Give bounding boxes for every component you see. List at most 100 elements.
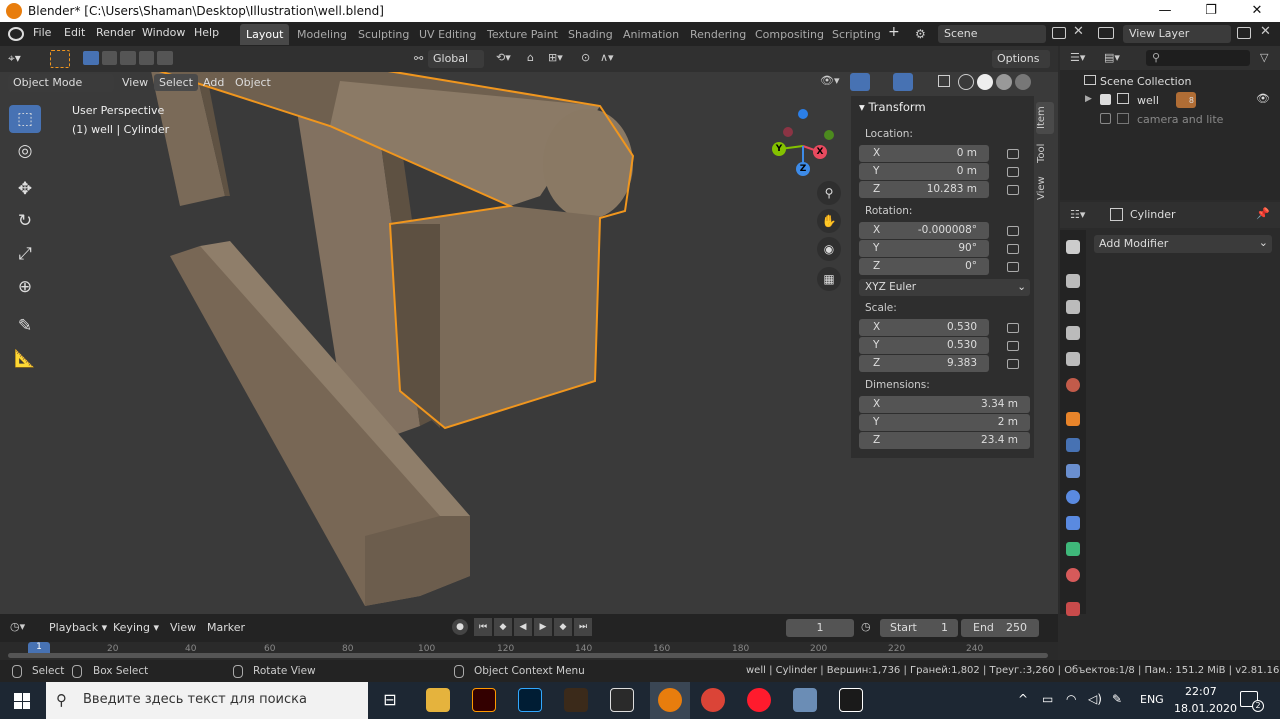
menu-view[interactable]: View xyxy=(122,76,148,89)
editor-type-icon[interactable]: ⌖▾ xyxy=(8,51,21,66)
tab-scripting[interactable]: Scripting xyxy=(826,24,887,45)
drawing-app-icon[interactable] xyxy=(839,688,863,712)
scene-props-icon[interactable] xyxy=(1066,352,1080,366)
snap-icon[interactable]: ⌂ xyxy=(527,51,534,64)
location-y-field[interactable]: Y 0 m xyxy=(859,163,989,180)
scale-tool-icon[interactable]: ⤢ xyxy=(9,240,41,268)
gizmo-z-axis[interactable]: Z xyxy=(796,162,810,176)
illustrator-icon[interactable] xyxy=(472,688,496,712)
tab-texture-paint[interactable]: Texture Paint xyxy=(481,24,564,45)
play-icon[interactable]: ▶ xyxy=(534,618,552,636)
task-view-icon[interactable]: ⊟ xyxy=(378,688,402,712)
clock-icon[interactable]: ◷ xyxy=(861,620,871,633)
tray-volume-icon[interactable]: ◁) xyxy=(1088,692,1102,706)
object-data-icon[interactable] xyxy=(1066,542,1080,556)
file-explorer-icon[interactable] xyxy=(426,688,450,712)
material-shading-icon[interactable] xyxy=(996,74,1012,90)
rotate-tool-icon[interactable]: ↻ xyxy=(9,207,41,235)
prev-keyframe-icon[interactable]: ◆ xyxy=(494,618,512,636)
lock-icon[interactable] xyxy=(1007,167,1019,177)
tray-wifi-icon[interactable]: ◠ xyxy=(1066,692,1076,706)
render-icon[interactable] xyxy=(1066,274,1080,288)
snap-target-icon[interactable]: ⊞▾ xyxy=(548,51,563,64)
dimensions-x-field[interactable]: X 3.34 m xyxy=(859,396,1030,413)
tab-compositing[interactable]: Compositing xyxy=(749,24,830,45)
taskbar-search-box[interactable]: ⚲ Введите здесь текст для поиска xyxy=(46,682,368,719)
menu-file[interactable]: File xyxy=(33,26,51,39)
menu-add[interactable]: Add xyxy=(203,76,224,89)
annotate-tool-icon[interactable]: ✎ xyxy=(9,312,41,340)
tray-language[interactable]: ENG xyxy=(1140,693,1164,706)
rotation-x-field[interactable]: X -0.000008° xyxy=(859,222,989,239)
minimize-button[interactable]: — xyxy=(1142,0,1188,22)
measure-tool-icon[interactable]: 📐 xyxy=(9,345,41,373)
cursor-select-icon[interactable] xyxy=(50,50,70,68)
new-view-layer-icon[interactable] xyxy=(1237,27,1251,39)
sidebar-tab-view[interactable]: View xyxy=(1036,172,1054,204)
opera-icon[interactable] xyxy=(747,688,771,712)
menu-render[interactable]: Render xyxy=(96,26,135,39)
particles-icon[interactable] xyxy=(1066,464,1080,478)
falloff-icon[interactable]: ∧▾ xyxy=(600,51,614,64)
blender-menu-icon[interactable] xyxy=(8,27,24,41)
overlay-toggle-icon[interactable] xyxy=(893,73,913,91)
properties-editor-icon[interactable]: ☷▾ xyxy=(1070,208,1085,221)
location-x-field[interactable]: X 0 m xyxy=(859,145,989,162)
calendar-app-icon[interactable] xyxy=(564,688,588,712)
lock-icon[interactable] xyxy=(1007,244,1019,254)
pan-hand-icon[interactable]: ✋ xyxy=(817,209,841,233)
location-z-field[interactable]: Z 10.283 m xyxy=(859,181,989,198)
proportional-edit-icon[interactable]: ⊙ xyxy=(581,51,590,64)
xray-icon[interactable] xyxy=(938,75,950,87)
tray-time[interactable]: 22:07 xyxy=(1185,685,1217,698)
sidebar-tab-tool[interactable]: Tool xyxy=(1036,138,1054,168)
menu-timeline-view[interactable]: View xyxy=(170,621,196,634)
gizmo-toggle-icon[interactable] xyxy=(850,73,870,91)
restore-button[interactable]: ❐ xyxy=(1188,0,1234,22)
tab-layout[interactable]: Layout xyxy=(240,24,290,45)
tray-up-arrow-icon[interactable]: ^ xyxy=(1018,692,1028,706)
tab-sculpting[interactable]: Sculpting xyxy=(352,24,415,45)
transform-tool-icon[interactable]: ⊕ xyxy=(9,273,41,301)
dimensions-y-field[interactable]: Y 2 m xyxy=(859,414,1030,431)
checkbox-checked-icon[interactable] xyxy=(1100,94,1111,105)
lock-icon[interactable] xyxy=(1007,323,1019,333)
sidebar-tab-item[interactable]: Item xyxy=(1036,102,1054,134)
tool-settings-icon[interactable] xyxy=(1066,240,1080,254)
constraints-icon[interactable] xyxy=(1066,516,1080,530)
select-subtract-icon[interactable] xyxy=(120,51,136,65)
tray-pen-icon[interactable]: ✎ xyxy=(1112,692,1122,706)
lock-icon[interactable] xyxy=(1007,359,1019,369)
photoshop-icon[interactable] xyxy=(518,688,542,712)
scene-selector[interactable]: Scene xyxy=(938,25,1046,43)
tray-date[interactable]: 18.01.2020 xyxy=(1174,702,1237,715)
scale-x-field[interactable]: X 0.530 xyxy=(859,319,989,336)
select-extend-icon[interactable] xyxy=(101,51,118,65)
zoom-icon[interactable]: ⚲ xyxy=(817,181,841,205)
outliner-item-well[interactable]: well xyxy=(1137,94,1159,107)
outliner-editor-icon[interactable]: ☰▾ xyxy=(1070,51,1085,64)
windows-start-icon[interactable] xyxy=(14,693,30,709)
visibility-icon[interactable]: 👁▾ xyxy=(820,74,840,87)
rotation-mode-dropdown[interactable]: XYZ Euler ⌄ xyxy=(859,279,1030,296)
rotation-z-field[interactable]: Z 0° xyxy=(859,258,989,275)
dimensions-z-field[interactable]: Z 23.4 m xyxy=(859,432,1030,449)
record-icon[interactable]: ● xyxy=(452,619,468,635)
menu-window[interactable]: Window xyxy=(142,26,185,39)
output-icon[interactable] xyxy=(1066,300,1080,314)
physics-icon[interactable] xyxy=(1066,490,1080,504)
lock-icon[interactable] xyxy=(1007,262,1019,272)
solid-shading-icon[interactable] xyxy=(977,74,993,90)
blender-taskbar-button[interactable] xyxy=(650,682,690,719)
tray-battery-icon[interactable]: ▭ xyxy=(1042,692,1053,706)
filter-icon[interactable]: ▽ xyxy=(1260,51,1268,64)
select-invert-icon[interactable] xyxy=(138,51,155,65)
pivot-icon[interactable]: ⟲▾ xyxy=(496,51,511,64)
timeline-scrollbar[interactable] xyxy=(8,653,1048,658)
tab-shading[interactable]: Shading xyxy=(562,24,619,45)
end-frame-field[interactable]: End 250 xyxy=(961,619,1039,637)
tab-modeling[interactable]: Modeling xyxy=(291,24,353,45)
close-button[interactable]: ✕ xyxy=(1234,0,1280,22)
tab-animation[interactable]: Animation xyxy=(617,24,685,45)
delete-scene-icon[interactable]: ✕ xyxy=(1073,24,1084,39)
